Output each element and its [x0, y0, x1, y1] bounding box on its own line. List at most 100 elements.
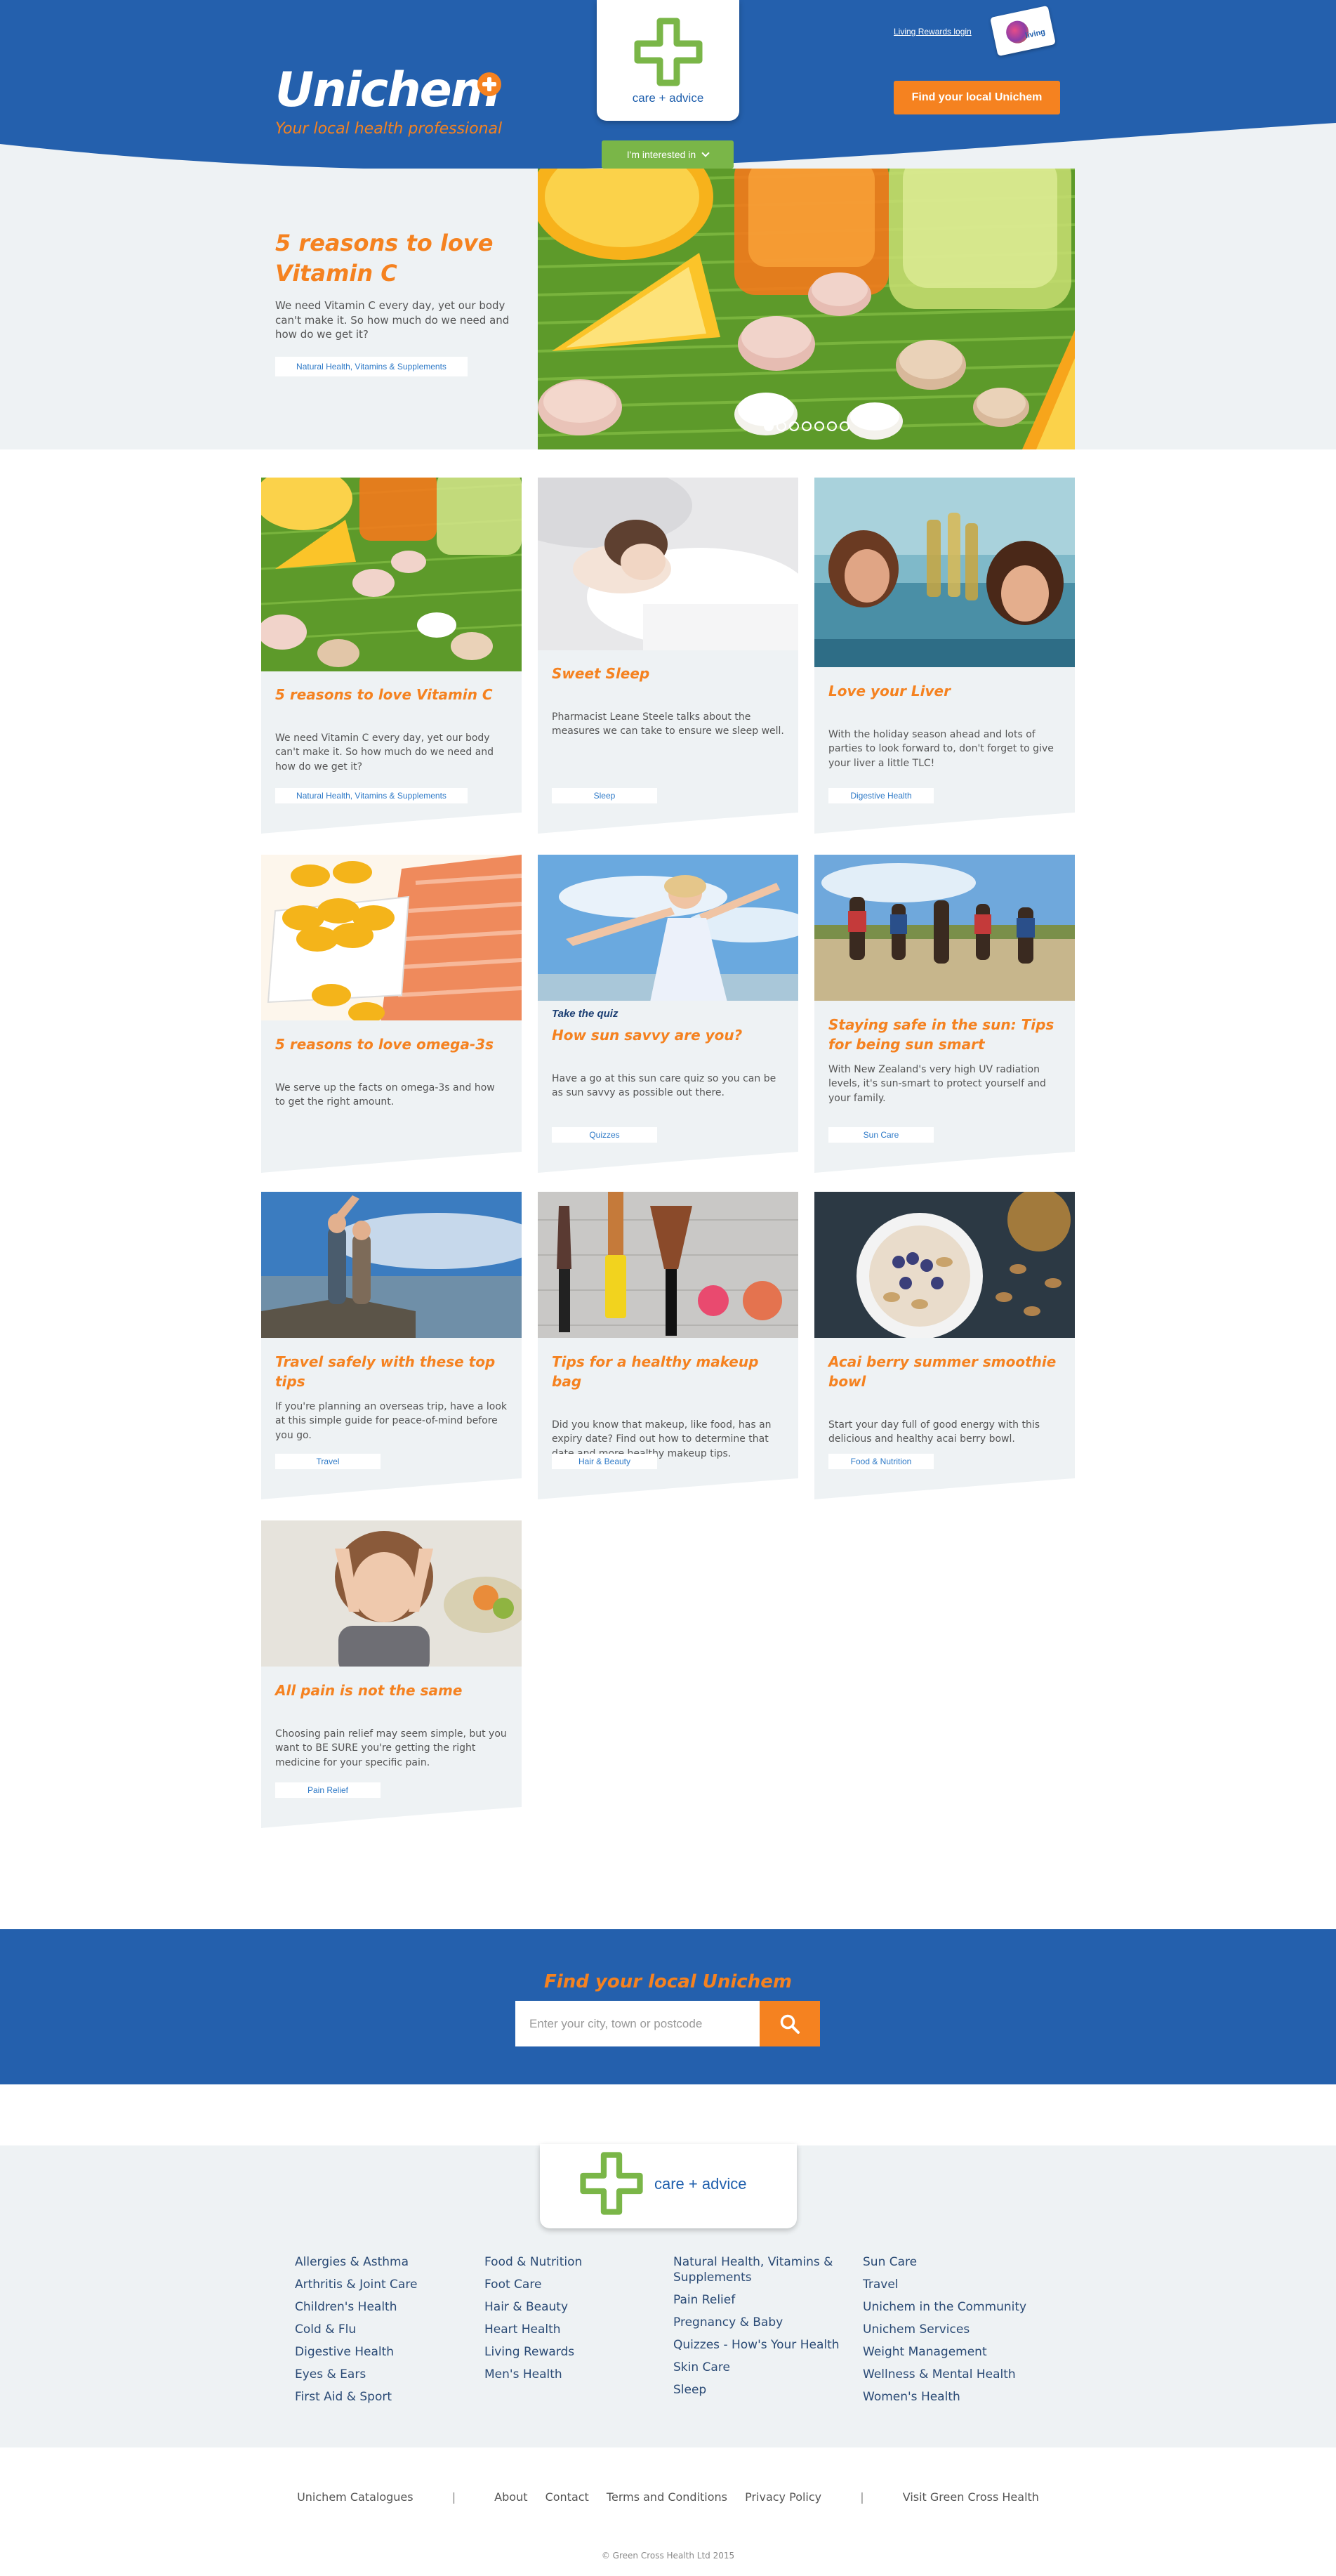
- article-category-tag[interactable]: Food & Nutrition: [828, 1454, 934, 1469]
- article-card[interactable]: Love your Liver With the holiday season a…: [814, 478, 1075, 841]
- article-description: With New Zealand's very high UV radiatio…: [828, 1064, 1046, 1104]
- article-card[interactable]: Take the quiz How sun savvy are you? Have …: [538, 855, 798, 1180]
- footer-link[interactable]: Sleep: [673, 2379, 856, 2401]
- article-category-tag[interactable]: Travel: [275, 1454, 381, 1469]
- article-card[interactable]: 5 reasons to love omega-3s We serve up th…: [261, 855, 522, 1180]
- unichem-logo[interactable]: Unichem Your local health professional: [275, 67, 514, 138]
- carousel-dot[interactable]: [826, 421, 837, 431]
- living-rewards-login-link[interactable]: Living Rewards login: [894, 27, 972, 37]
- footer-link[interactable]: Weight Management: [863, 2341, 1045, 2363]
- store-location-input[interactable]: Enter your city, town or postcode: [515, 2001, 760, 2046]
- article-card[interactable]: All pain is not the same Choosing pain re…: [261, 1520, 522, 1835]
- article-title[interactable]: Acai berry summer smoothie bowl: [828, 1352, 1061, 1391]
- privacy-policy-link[interactable]: Privacy Policy: [745, 2490, 821, 2504]
- article-category-tag[interactable]: Natural Health, Vitamins & Supplements: [275, 788, 468, 803]
- card-wave-decoration: [261, 1152, 522, 1180]
- interested-in-dropdown[interactable]: I'm interested in: [602, 140, 734, 169]
- footer-link[interactable]: Men's Health: [484, 2363, 667, 2386]
- footer-link[interactable]: First Aid & Sport: [295, 2386, 477, 2408]
- carousel-dot[interactable]: [763, 421, 774, 431]
- find-local-unichem-button[interactable]: Find your local Unichem: [894, 81, 1060, 114]
- footer-link[interactable]: Heart Health: [484, 2318, 667, 2341]
- footer-link[interactable]: Pain Relief: [673, 2289, 856, 2311]
- article-title[interactable]: Travel safely with these top tips: [275, 1352, 508, 1391]
- article-card[interactable]: Staying safe in the sun: Tips for being …: [814, 855, 1075, 1180]
- article-image[interactable]: [261, 478, 522, 671]
- article-body: Acai berry summer smoothie bowl Start you…: [828, 1352, 1061, 1447]
- article-category-tag[interactable]: Digestive Health: [828, 788, 934, 803]
- separator: |: [860, 2490, 864, 2504]
- footer-link[interactable]: Eyes & Ears: [295, 2363, 477, 2386]
- footer-link[interactable]: Natural Health, Vitamins & Supplements: [673, 2251, 856, 2289]
- hero-title[interactable]: 5 reasons to love Vitamin C: [275, 228, 528, 289]
- carousel-dot[interactable]: [801, 421, 812, 431]
- footer-link[interactable]: Arthritis & Joint Care: [295, 2273, 477, 2296]
- article-image[interactable]: [261, 855, 522, 1020]
- footer-link[interactable]: Allergies & Asthma: [295, 2251, 477, 2273]
- footer-link[interactable]: Quizzes - How's Your Health: [673, 2334, 856, 2356]
- article-image[interactable]: [814, 855, 1075, 1001]
- article-title[interactable]: Love your Liver: [828, 681, 1061, 701]
- article-title[interactable]: All pain is not the same: [275, 1681, 508, 1700]
- footer-link[interactable]: Hair & Beauty: [484, 2296, 667, 2318]
- footer-link[interactable]: Unichem in the Community: [863, 2296, 1045, 2318]
- article-category-tag[interactable]: Hair & Beauty: [552, 1454, 657, 1469]
- carousel-dot[interactable]: [839, 421, 849, 431]
- unichem-catalogues-link[interactable]: Unichem Catalogues: [297, 2490, 414, 2504]
- footer-link[interactable]: Women's Health: [863, 2386, 1045, 2408]
- article-card[interactable]: Tips for a healthy makeup bag Did you kno…: [538, 1192, 798, 1506]
- article-image[interactable]: [261, 1192, 522, 1338]
- article-title[interactable]: 5 reasons to love Vitamin C: [275, 685, 508, 704]
- hero-carousel: 5 reasons to love Vitamin C We need Vita…: [0, 169, 1336, 449]
- hero-text: 5 reasons to love Vitamin C We need Vita…: [275, 228, 528, 377]
- carousel-dot[interactable]: [776, 421, 786, 431]
- smoothie-bowl-image: [814, 1192, 1075, 1338]
- green-cross-health-link[interactable]: Visit Green Cross Health: [903, 2490, 1039, 2504]
- store-search-button[interactable]: [760, 2001, 820, 2046]
- article-title[interactable]: 5 reasons to love omega-3s: [275, 1034, 508, 1054]
- footer-link[interactable]: Digestive Health: [295, 2341, 477, 2363]
- footer-link[interactable]: Skin Care: [673, 2356, 856, 2379]
- article-image[interactable]: [538, 1192, 798, 1338]
- hero-image-vitamin-c[interactable]: [538, 169, 1075, 449]
- footer-link[interactable]: Pregnancy & Baby: [673, 2311, 856, 2334]
- article-image[interactable]: [814, 1192, 1075, 1338]
- article-category-tag[interactable]: Sun Care: [828, 1127, 934, 1143]
- about-link[interactable]: About: [494, 2490, 527, 2504]
- article-title[interactable]: Staying safe in the sun: Tips for being …: [828, 1015, 1061, 1054]
- article-category-tag[interactable]: Quizzes: [552, 1127, 657, 1143]
- card-wave-decoration: [261, 813, 522, 841]
- footer-link[interactable]: Food & Nutrition: [484, 2251, 667, 2273]
- article-category-tag[interactable]: Pain Relief: [275, 1782, 381, 1798]
- terms-link[interactable]: Terms and Conditions: [607, 2490, 727, 2504]
- article-description: Choosing pain relief may seem simple, bu…: [275, 1728, 507, 1768]
- care-advice-tab[interactable]: care + advice: [597, 0, 739, 121]
- hero-category-tag[interactable]: Natural Health, Vitamins & Supplements: [275, 357, 468, 377]
- article-card[interactable]: Acai berry summer smoothie bowl Start you…: [814, 1192, 1075, 1506]
- article-title[interactable]: Tips for a healthy makeup bag: [552, 1352, 784, 1391]
- article-image[interactable]: [261, 1520, 522, 1667]
- footer-link[interactable]: Travel: [863, 2273, 1045, 2296]
- article-title[interactable]: How sun savvy are you?: [552, 1025, 784, 1045]
- article-image[interactable]: [538, 478, 798, 650]
- interested-in-label: I'm interested in: [626, 149, 696, 160]
- article-card[interactable]: 5 reasons to love Vitamin C We need Vitam…: [261, 478, 522, 841]
- article-card[interactable]: Travel safely with these top tips If you'…: [261, 1192, 522, 1506]
- article-card[interactable]: Sweet Sleep Pharmacist Leane Steele talks…: [538, 478, 798, 841]
- footer-link[interactable]: Foot Care: [484, 2273, 667, 2296]
- footer-link[interactable]: Unichem Services: [863, 2318, 1045, 2341]
- article-title[interactable]: Sweet Sleep: [552, 664, 784, 683]
- article-image[interactable]: [538, 855, 798, 1001]
- footer-link[interactable]: Cold & Flu: [295, 2318, 477, 2341]
- footer-link[interactable]: Children's Health: [295, 2296, 477, 2318]
- card-wave-decoration: [538, 1478, 798, 1506]
- article-category-tag[interactable]: Sleep: [552, 788, 657, 803]
- carousel-dot[interactable]: [814, 421, 824, 431]
- search-icon: [780, 2014, 800, 2034]
- article-image[interactable]: [814, 478, 1075, 667]
- footer-link[interactable]: Sun Care: [863, 2251, 1045, 2273]
- footer-link[interactable]: Wellness & Mental Health: [863, 2363, 1045, 2386]
- contact-link[interactable]: Contact: [545, 2490, 589, 2504]
- footer-link[interactable]: Living Rewards: [484, 2341, 667, 2363]
- carousel-dot[interactable]: [788, 421, 799, 431]
